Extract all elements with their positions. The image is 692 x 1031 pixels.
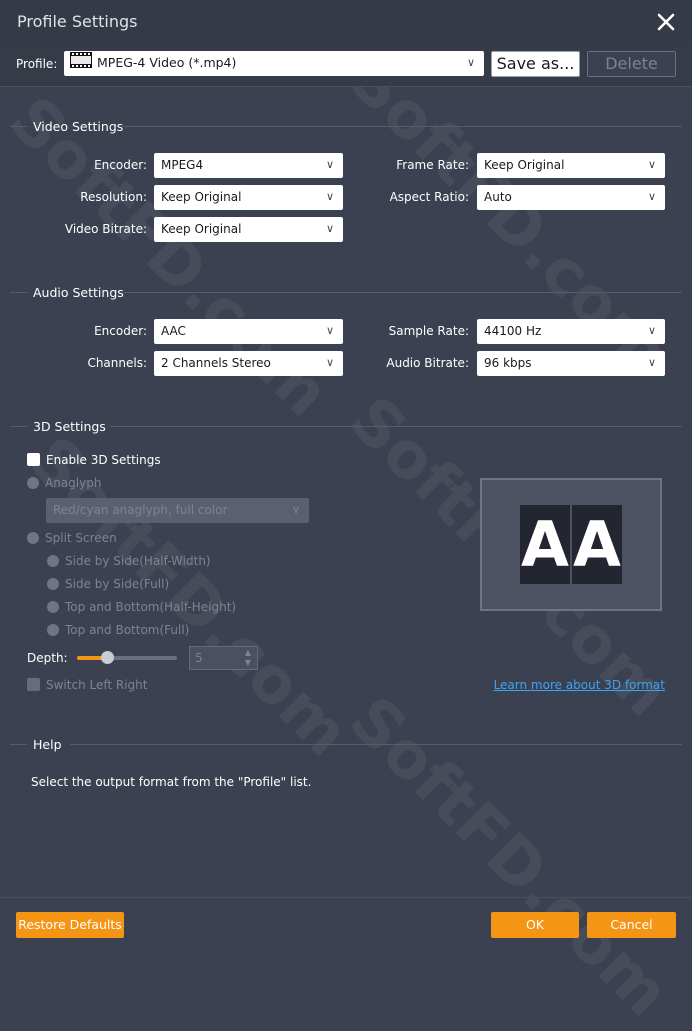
split-option-radio[interactable] xyxy=(47,555,59,567)
3d-settings-title: 3D Settings xyxy=(33,419,106,434)
chevron-down-icon: ∨ xyxy=(647,356,656,369)
audio-bitrate-label: Audio Bitrate: xyxy=(386,356,469,370)
close-icon[interactable] xyxy=(654,10,678,34)
resolution-select[interactable]: Keep Original ∨ xyxy=(154,185,343,210)
enable-3d-checkbox[interactable] xyxy=(27,453,40,466)
audio-encoder-select[interactable]: AAC ∨ xyxy=(154,319,343,344)
frame-rate-select[interactable]: Keep Original ∨ xyxy=(477,153,665,178)
anaglyph-value: Red/cyan anaglyph, full color xyxy=(53,503,228,517)
section-divider xyxy=(10,292,27,293)
depth-spinbox[interactable]: 5 ▲ ▼ xyxy=(189,646,258,670)
chevron-down-icon: ∨ xyxy=(647,158,656,171)
anaglyph-label: Anaglyph xyxy=(45,476,102,490)
sample-rate-value: 44100 Hz xyxy=(484,324,542,338)
chevron-down-icon: ∨ xyxy=(325,324,334,337)
video-encoder-label: Encoder: xyxy=(94,158,147,172)
watermark-1: SoftFD.com xyxy=(0,82,344,432)
split-option-label: Top and Bottom(Half-Height) xyxy=(65,600,237,614)
3d-preview: A A xyxy=(480,478,662,611)
chevron-down-icon: ∨ xyxy=(325,158,334,171)
channels-label: Channels: xyxy=(87,356,147,370)
profile-value: MPEG-4 Video (*.mp4) xyxy=(97,55,237,70)
section-divider xyxy=(70,744,682,745)
audio-encoder-value: AAC xyxy=(161,324,186,338)
audio-bitrate-select[interactable]: 96 kbps ∨ xyxy=(477,351,665,376)
audio-settings-title: Audio Settings xyxy=(33,285,124,300)
profile-label: Profile: xyxy=(16,57,58,71)
resolution-value: Keep Original xyxy=(161,190,242,204)
sample-rate-label: Sample Rate: xyxy=(388,324,469,338)
split-option-radio[interactable] xyxy=(47,624,59,636)
chevron-down-icon: ∨ xyxy=(325,356,334,369)
video-settings-title: Video Settings xyxy=(33,119,124,134)
chevron-down-icon: ∨ xyxy=(325,190,334,203)
aspect-ratio-value: Auto xyxy=(484,190,512,204)
section-divider xyxy=(123,126,682,127)
profile-select[interactable]: MPEG-4 Video (*.mp4) ∨ xyxy=(64,51,484,76)
spin-arrows-icon: ▲ ▼ xyxy=(244,648,251,667)
switch-left-right-label: Switch Left Right xyxy=(46,678,148,692)
watermark-5: SoftFD.com xyxy=(335,682,684,1031)
film-icon xyxy=(70,51,92,76)
audio-bitrate-value: 96 kbps xyxy=(484,356,532,370)
chevron-down-icon: ∨ xyxy=(291,503,300,516)
resolution-label: Resolution: xyxy=(80,190,147,204)
split-option-label: Side by Side(Half-Width) xyxy=(65,554,211,568)
audio-encoder-label: Encoder: xyxy=(94,324,147,338)
aspect-ratio-select[interactable]: Auto ∨ xyxy=(477,185,665,210)
depth-slider-track[interactable] xyxy=(77,651,177,664)
preview-letter: A xyxy=(572,505,622,584)
chevron-down-icon: ∨ xyxy=(325,222,334,235)
split-screen-radio[interactable] xyxy=(27,532,39,544)
enable-3d-label: Enable 3D Settings xyxy=(46,453,161,467)
depth-value: 5 xyxy=(195,651,203,665)
depth-slider-thumb[interactable] xyxy=(101,651,114,664)
channels-select[interactable]: 2 Channels Stereo ∨ xyxy=(154,351,343,376)
sample-rate-select[interactable]: 44100 Hz ∨ xyxy=(477,319,665,344)
split-screen-label: Split Screen xyxy=(45,531,117,545)
anaglyph-select[interactable]: Red/cyan anaglyph, full color ∨ xyxy=(46,498,309,523)
video-bitrate-select[interactable]: Keep Original ∨ xyxy=(154,217,343,242)
section-divider xyxy=(10,744,27,745)
ok-button[interactable]: OK xyxy=(491,912,579,938)
split-option-radio[interactable] xyxy=(47,578,59,590)
aspect-ratio-label: Aspect Ratio: xyxy=(389,190,469,204)
split-option-label: Top and Bottom(Full) xyxy=(65,623,190,637)
save-as-button[interactable]: Save as... xyxy=(491,51,580,77)
preview-letter: A xyxy=(520,505,570,584)
split-option-label: Side by Side(Full) xyxy=(65,577,170,591)
channels-value: 2 Channels Stereo xyxy=(161,356,271,370)
window-title: Profile Settings xyxy=(17,12,138,31)
help-text: Select the output format from the "Profi… xyxy=(31,775,312,789)
switch-left-right-checkbox[interactable] xyxy=(27,678,40,691)
depth-label: Depth: xyxy=(27,651,68,665)
restore-defaults-button[interactable]: Restore Defaults xyxy=(16,912,124,938)
chevron-down-icon: ∨ xyxy=(647,190,656,203)
profile-bar: Profile: MPEG-4 Video (*.mp4) ∨ Save as.… xyxy=(0,42,692,87)
frame-rate-value: Keep Original xyxy=(484,158,565,172)
anaglyph-radio[interactable] xyxy=(27,477,39,489)
video-bitrate-label: Video Bitrate: xyxy=(64,222,147,236)
chevron-down-icon: ∨ xyxy=(647,324,656,337)
help-title: Help xyxy=(33,737,62,752)
video-encoder-value: MPEG4 xyxy=(161,158,204,172)
split-option-radio[interactable] xyxy=(47,601,59,613)
frame-rate-label: Frame Rate: xyxy=(396,158,469,172)
section-divider xyxy=(10,426,27,427)
delete-button[interactable]: Delete xyxy=(587,51,676,77)
chevron-down-icon: ∨ xyxy=(466,56,475,69)
learn-more-3d-link[interactable]: Learn more about 3D format xyxy=(494,678,665,692)
section-divider xyxy=(110,426,682,427)
title-bar: Profile Settings xyxy=(0,0,692,42)
footer-divider xyxy=(0,897,692,898)
video-bitrate-value: Keep Original xyxy=(161,222,242,236)
section-divider xyxy=(10,126,27,127)
video-encoder-select[interactable]: MPEG4 ∨ xyxy=(154,153,343,178)
cancel-button[interactable]: Cancel xyxy=(587,912,676,938)
section-divider xyxy=(123,292,682,293)
